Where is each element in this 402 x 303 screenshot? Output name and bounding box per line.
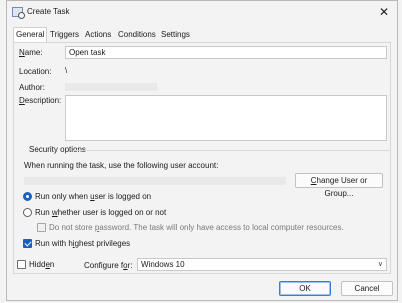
- change-user-button[interactable]: Change User or Group...: [295, 173, 383, 198]
- configure-for-value: Windows 10: [141, 260, 185, 269]
- author-label: Author:: [19, 83, 45, 92]
- chevron-down-icon: ∨: [377, 261, 383, 268]
- cancel-button[interactable]: Cancel: [341, 281, 393, 296]
- radio-whether-label: Run whether user is logged on or not: [35, 208, 167, 217]
- dialog-title: Create Task: [27, 7, 70, 16]
- configure-for-select[interactable]: Windows 10 ∨: [137, 258, 387, 271]
- user-account-redacted: [24, 177, 286, 185]
- do-not-store-label: Do not store password. The task will onl…: [49, 223, 344, 232]
- name-field[interactable]: Open task: [65, 46, 387, 59]
- location-value: \: [65, 66, 68, 75]
- title-bar: Create Task ✕: [7, 1, 397, 23]
- highest-privileges-checkbox[interactable]: [23, 239, 32, 248]
- name-label: Name:: [19, 48, 43, 57]
- tab-general[interactable]: General: [13, 27, 48, 43]
- hidden-checkbox[interactable]: [17, 260, 26, 269]
- run-as-label: When running the task, use the following…: [24, 161, 219, 170]
- tab-actions[interactable]: Actions: [83, 28, 113, 41]
- configure-for-label: Configure for:: [84, 261, 133, 270]
- close-icon[interactable]: ✕: [376, 4, 392, 20]
- tab-triggers[interactable]: Triggers: [48, 28, 81, 41]
- radio-whether-logged-on[interactable]: [23, 208, 32, 217]
- task-scheduler-icon: [12, 7, 25, 19]
- description-label: Description:: [19, 96, 62, 105]
- group-divider: [73, 150, 390, 151]
- do-not-store-checkbox[interactable]: [37, 223, 46, 232]
- tab-conditions[interactable]: Conditions: [116, 28, 158, 41]
- ok-button[interactable]: OK: [279, 281, 331, 296]
- radio-logged-on-label: Run only when user is logged on: [35, 192, 152, 201]
- create-task-dialog: Create Task ✕ General Triggers Actions C…: [6, 0, 398, 301]
- highest-privileges-label: Run with highest privileges: [35, 239, 131, 248]
- hidden-label: Hidden: [29, 260, 55, 269]
- radio-logged-on[interactable]: [23, 192, 32, 201]
- author-value-redacted: [65, 83, 157, 91]
- location-label: Location:: [19, 67, 52, 76]
- tab-settings[interactable]: Settings: [159, 28, 192, 41]
- description-field[interactable]: [65, 95, 387, 141]
